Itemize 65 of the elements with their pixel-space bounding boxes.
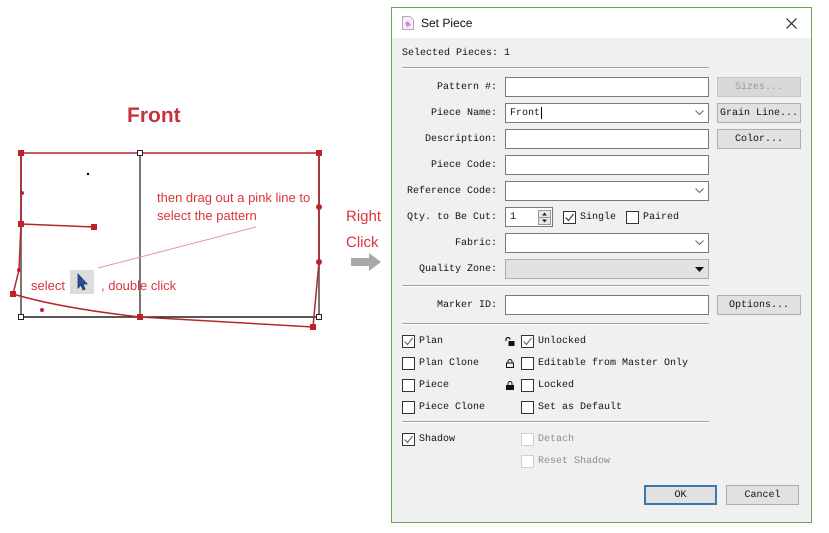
dropdown-field[interactable]: Front [505, 103, 709, 123]
field-label: Marker ID: [436, 300, 497, 310]
checkbox[interactable] [402, 432, 415, 446]
unlocked-padlock-icon [505, 336, 515, 346]
field-label: Fabric: [454, 238, 497, 248]
checkbox-label: Reset Shadow [538, 456, 610, 466]
checkbox[interactable] [402, 378, 415, 392]
document-icon [402, 16, 414, 30]
field-label: Description: [424, 134, 497, 144]
instruction-text: select [31, 277, 65, 295]
spin-arrows-icon[interactable] [538, 210, 551, 224]
checkbox[interactable] [521, 356, 534, 370]
text-field[interactable] [505, 77, 709, 97]
checkbox-label: Paired [643, 212, 680, 222]
chevron-down-icon[interactable] [695, 110, 704, 116]
checkbox-label: Unlocked [538, 336, 586, 346]
field-label: Quality Zone: [418, 264, 497, 274]
quantity-spinner[interactable]: 1 [505, 207, 553, 227]
field-label: Piece Code: [430, 160, 497, 170]
checkbox-label: Plan [419, 336, 444, 346]
field-label: Pattern #: [436, 82, 497, 92]
text-field[interactable] [505, 129, 709, 149]
checkbox-label: Editable from Master Only [538, 358, 688, 368]
window-title: Set Piece [421, 16, 474, 30]
checkbox[interactable] [402, 400, 415, 414]
side-button[interactable]: Grain Line... [717, 103, 801, 123]
checkbox[interactable] [521, 378, 534, 392]
checkbox[interactable] [563, 210, 576, 224]
checkbox-label: Plan Clone [419, 358, 480, 368]
text-field[interactable] [505, 295, 709, 315]
side-button[interactable]: Color... [717, 129, 801, 149]
instruction-text: then drag out a pink line to select the pattern [157, 189, 312, 225]
ok-button[interactable]: OK [644, 485, 717, 505]
dropdown-field[interactable] [505, 181, 709, 201]
checkbox[interactable] [402, 356, 415, 370]
piece-title: Front [127, 104, 181, 128]
options-button[interactable]: Options... [717, 295, 801, 315]
checkbox-label: Set as Default [538, 402, 622, 412]
checkbox[interactable] [402, 334, 415, 348]
arrow-icon [351, 253, 381, 271]
field-label: Reference Code: [406, 186, 497, 196]
checkbox-label: Locked [538, 380, 574, 390]
chevron-down-icon[interactable] [695, 240, 704, 246]
selected-pieces-text: Selected Pieces: 1 [402, 46, 512, 61]
checkbox[interactable] [521, 334, 534, 348]
field-label: Qty. to Be Cut: [406, 212, 497, 222]
close-icon[interactable] [786, 18, 797, 28]
padlock-icon [506, 380, 514, 390]
chevron-down-icon[interactable] [695, 188, 704, 194]
checkbox-label: Piece Clone [419, 402, 486, 412]
checkbox[interactable] [626, 210, 640, 224]
checkbox-label: Detach [538, 434, 574, 444]
cancel-button[interactable]: Cancel [726, 485, 799, 505]
field-label: Piece Name: [430, 108, 497, 118]
text-field[interactable] [505, 155, 709, 175]
instruction-text: Right Click [346, 207, 382, 253]
dropdown-field[interactable] [505, 233, 709, 253]
checkbox-label: Single [580, 212, 616, 222]
pointer-tool-icon [70, 270, 94, 294]
padlock-icon [506, 358, 514, 368]
checkbox[interactable] [521, 400, 534, 414]
checkbox-label: Piece [419, 380, 450, 390]
caret-down-icon[interactable] [695, 266, 704, 272]
dropdown-field[interactable] [505, 259, 709, 279]
checkbox-label: Shadow [419, 434, 456, 444]
